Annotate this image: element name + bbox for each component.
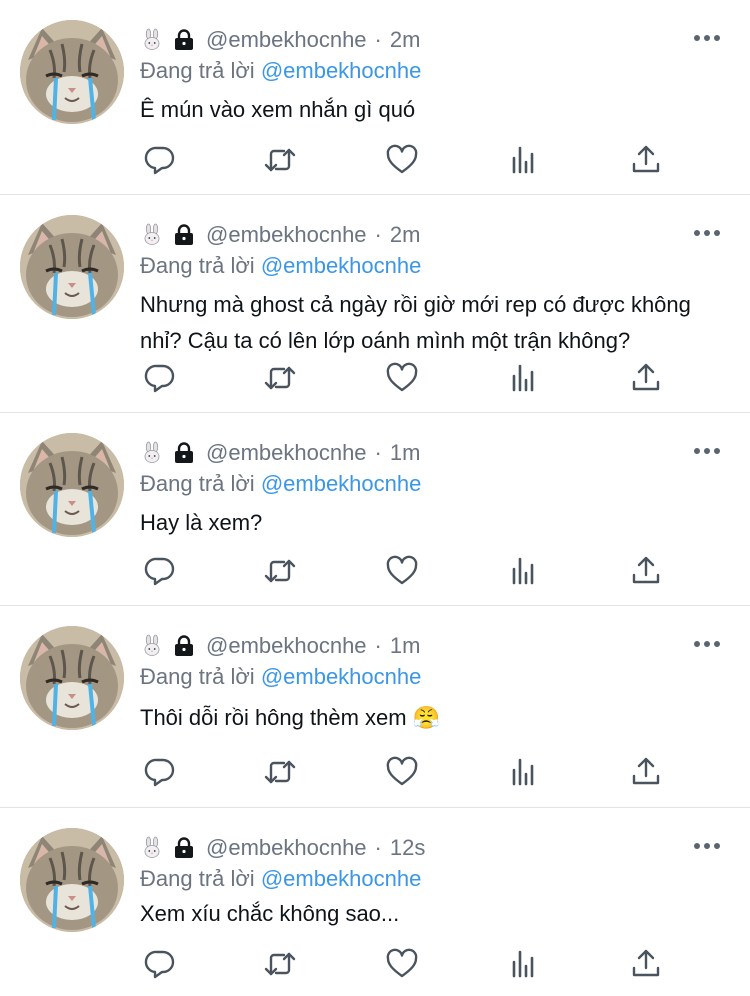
like-icon[interactable] [384,946,420,982]
share-icon[interactable] [628,754,664,790]
replying-label: Đang trả lời [140,664,261,689]
avatar[interactable] [20,828,124,932]
username-handle[interactable]: @embekhocnhe [206,633,367,659]
lock-icon [172,441,196,465]
mention-link[interactable]: @embekhocnhe [261,58,422,83]
tweet-header: @embekhocnhe · 2m [140,219,420,251]
username-handle[interactable]: @embekhocnhe [206,27,367,53]
more-icon[interactable] [694,223,720,243]
tweet-text: Thôi dỗi rồi hông thèm xem 😤 [140,705,441,730]
tweet-actions [0,142,750,182]
analytics-icon[interactable] [506,360,542,396]
avatar[interactable] [20,433,124,537]
separator: · [374,222,382,247]
separator: · [374,440,382,465]
reply-icon[interactable] [142,946,178,982]
tweet[interactable]: @embekhocnhe · 1m Đang trả lời @embekhoc… [0,413,750,606]
replying-to: Đang trả lời @embekhocnhe [140,664,421,690]
username-handle[interactable]: @embekhocnhe [206,835,367,861]
share-icon[interactable] [628,142,664,178]
replying-to: Đang trả lời @embekhocnhe [140,58,421,84]
timestamp[interactable]: 2m [390,222,421,248]
reply-icon[interactable] [142,360,178,396]
tweet[interactable]: @embekhocnhe · 12s Đang trả lời @embekho… [0,808,750,996]
tweet-header: @embekhocnhe · 1m [140,630,420,662]
tweet[interactable]: @embekhocnhe · 1m Đang trả lời @embekhoc… [0,606,750,808]
tweet-header: @embekhocnhe · 1m [140,437,420,469]
retweet-icon[interactable] [262,553,298,589]
username-handle[interactable]: @embekhocnhe [206,222,367,248]
replying-label: Đang trả lời [140,58,261,83]
mention-link[interactable]: @embekhocnhe [261,253,422,278]
username-handle[interactable]: @embekhocnhe [206,440,367,466]
tweet-header: @embekhocnhe · 12s [140,832,425,864]
timestamp[interactable]: 2m [390,27,421,53]
timestamp[interactable]: 1m [390,440,421,466]
retweet-icon[interactable] [262,754,298,790]
tweet-text: Ê mún vào xem nhắn gì quó [140,97,416,122]
retweet-icon[interactable] [262,946,298,982]
separator: · [374,835,382,860]
tweet-actions [0,553,750,593]
replying-label: Đang trả lời [140,471,261,496]
retweet-icon[interactable] [262,142,298,178]
analytics-icon[interactable] [506,754,542,790]
reply-icon[interactable] [142,754,178,790]
tweet-actions [0,360,750,400]
replying-to: Đang trả lời @embekhocnhe [140,253,421,279]
timestamp[interactable]: 1m [390,633,421,659]
rabbit-icon [140,28,164,52]
like-icon[interactable] [384,553,420,589]
lock-icon [172,223,196,247]
tweet-actions [0,946,750,986]
rabbit-icon [140,441,164,465]
tweet-text: Nhưng mà ghost cả ngày rồi giờ mới rep c… [140,292,691,353]
replying-label: Đang trả lời [140,866,261,891]
replying-to: Đang trả lời @embekhocnhe [140,866,421,892]
separator: · [374,633,382,658]
mention-link[interactable]: @embekhocnhe [261,664,422,689]
more-icon[interactable] [694,634,720,654]
analytics-icon[interactable] [506,553,542,589]
tweet-actions [0,754,750,794]
tweet[interactable]: @embekhocnhe · 2m Đang trả lời @embekhoc… [0,0,750,195]
lock-icon [172,28,196,52]
more-icon[interactable] [694,836,720,856]
timestamp[interactable]: 12s [390,835,425,861]
share-icon[interactable] [628,360,664,396]
tweet-header: @embekhocnhe · 2m [140,24,420,56]
reply-icon[interactable] [142,553,178,589]
like-icon[interactable] [384,360,420,396]
lock-icon [172,634,196,658]
replying-to: Đang trả lời @embekhocnhe [140,471,421,497]
share-icon[interactable] [628,946,664,982]
tweet[interactable]: @embekhocnhe · 2m Đang trả lời @embekhoc… [0,195,750,413]
analytics-icon[interactable] [506,142,542,178]
retweet-icon[interactable] [262,360,298,396]
like-icon[interactable] [384,142,420,178]
tweet-text: Xem xíu chắc không sao... [140,901,400,926]
tweet-text: Hay là xem? [140,510,263,535]
share-icon[interactable] [628,553,664,589]
avatar[interactable] [20,626,124,730]
avatar[interactable] [20,215,124,319]
lock-icon [172,836,196,860]
analytics-icon[interactable] [506,946,542,982]
separator: · [374,27,382,52]
avatar[interactable] [20,20,124,124]
more-icon[interactable] [694,441,720,461]
rabbit-icon [140,836,164,860]
reply-icon[interactable] [142,142,178,178]
rabbit-icon [140,634,164,658]
more-icon[interactable] [694,28,720,48]
mention-link[interactable]: @embekhocnhe [261,471,422,496]
rabbit-icon [140,223,164,247]
replying-label: Đang trả lời [140,253,261,278]
mention-link[interactable]: @embekhocnhe [261,866,422,891]
like-icon[interactable] [384,754,420,790]
